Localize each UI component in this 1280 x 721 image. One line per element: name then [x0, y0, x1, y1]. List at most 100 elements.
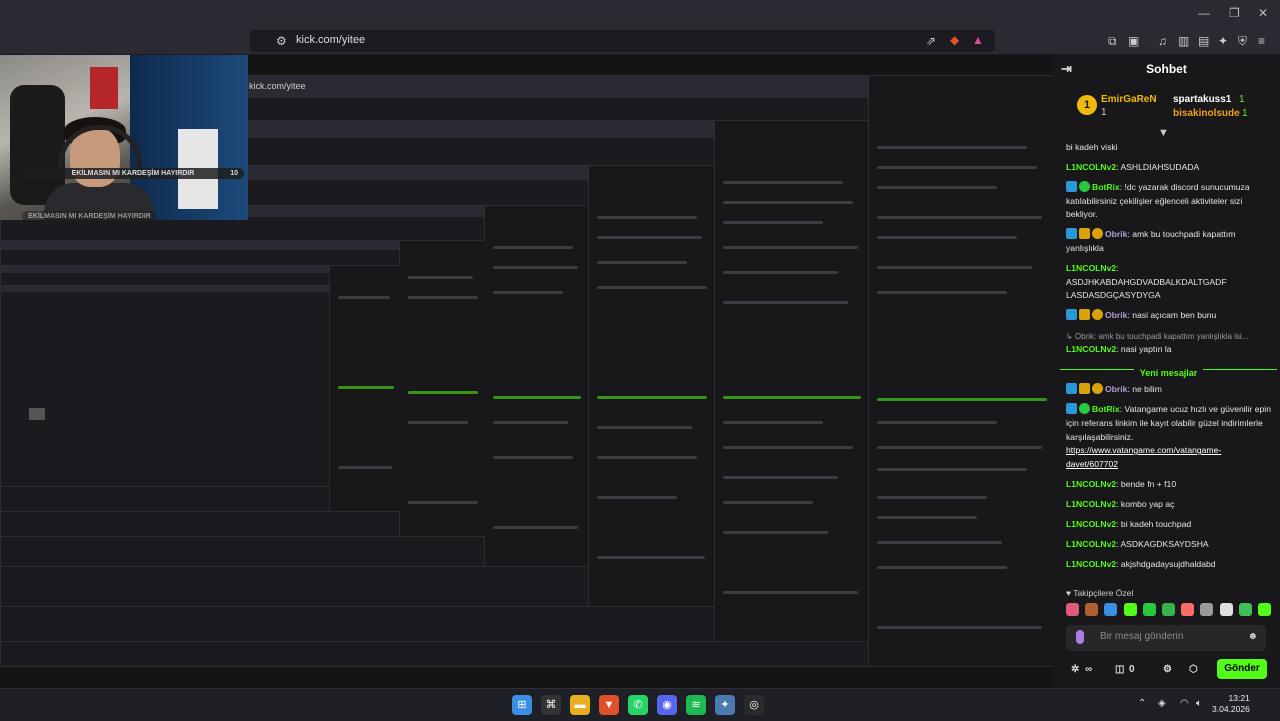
chat-username[interactable]: L1NCOLNv2 [1066, 479, 1116, 489]
sidebar-icon[interactable]: ▥ [1178, 34, 1189, 48]
extensions-icon[interactable]: ⧉ [1108, 34, 1117, 49]
blue-badge-icon [1066, 403, 1077, 415]
emote-icon[interactable] [1066, 603, 1079, 616]
new-messages-divider: Yeni mesajlar [1060, 363, 1277, 379]
settings-icon[interactable]: ⚙ [1163, 664, 1172, 675]
chat-username[interactable]: L1NCOLNv2 [1066, 344, 1116, 354]
address-bar[interactable]: ⚙ kick.com/yitee ⇗ ◆ ▲ [250, 30, 995, 52]
rank-badge: 1 [1077, 95, 1097, 115]
close-icon[interactable]: ✕ [1258, 6, 1268, 20]
emote-icon[interactable] [1257, 603, 1271, 616]
clock-date: 3.04.2026 [1212, 704, 1250, 714]
emote-icon[interactable] [1104, 603, 1118, 616]
points-count: ∞ [1085, 664, 1093, 675]
gift-count: 0 [1129, 664, 1135, 675]
divider-label: Yeni mesajlar [1133, 368, 1204, 379]
chevron-down-icon[interactable]: ▼ [1158, 127, 1169, 139]
chat-username[interactable]: Obrik [1105, 229, 1127, 239]
maximize-icon[interactable]: ❐ [1229, 6, 1240, 20]
spotify-icon[interactable]: ≋ [686, 695, 706, 715]
chat-username[interactable]: L1NCOLNv2 [1066, 499, 1116, 509]
chat-username[interactable]: L1NCOLNv2 [1066, 162, 1116, 172]
chat-input-placeholder: Bir mesaj gönderin [1100, 631, 1184, 642]
browser-titlebar: — ❐ ✕ [0, 0, 1280, 28]
emote-icon[interactable] [1238, 603, 1252, 616]
followers-only-label: ♥ Takipçilere Özel [1066, 588, 1134, 598]
gifter-count: 1 [1101, 107, 1107, 118]
chat-message-text: akjshdgadaysujdhaldabd [1120, 559, 1216, 570]
chat-link[interactable]: https://www.vatangame.com/vatangame-dave… [1066, 445, 1221, 469]
chat-message-text: ASHLDIAHSUDADA [1120, 162, 1200, 173]
gifter-name[interactable]: bisakinolsude [1173, 108, 1240, 119]
terminal-icon[interactable]: ⌘ [541, 695, 561, 715]
gift-icon[interactable]: ◫ [1115, 664, 1124, 675]
chat-title: Sohbet [1146, 62, 1187, 76]
media-icon[interactable]: ♫ [1158, 34, 1167, 48]
emote-icon[interactable] [1181, 603, 1195, 616]
emote-icon[interactable] [1142, 603, 1156, 616]
followers-label-text: Takipçilere Özel [1073, 588, 1134, 598]
wallet-icon[interactable]: ▤ [1198, 34, 1209, 48]
chat-username[interactable]: BotRix [1092, 182, 1120, 192]
emote-icon[interactable] [1161, 603, 1175, 616]
share-icon[interactable]: ⇗ [926, 34, 936, 48]
screenshot-icon[interactable]: ▣ [1128, 34, 1139, 48]
obs-icon[interactable]: ◎ [744, 695, 764, 715]
gold-badge-icon [1079, 309, 1090, 321]
emote-icon[interactable] [1200, 603, 1214, 616]
chat-message: Obrik: ne bilim [1066, 383, 1271, 397]
tray-app-icon[interactable]: ◈ [1158, 698, 1166, 709]
chat-message: L1NCOLNv2: ASDKAGDKSAYDSHA [1066, 539, 1209, 550]
clock[interactable]: 13:21 3.04.2026 [1212, 693, 1250, 715]
gifter-name[interactable]: spartakuss1 [1173, 94, 1231, 105]
emote-icon[interactable] [1219, 603, 1233, 616]
stream-player[interactable]: kick.com/yitee EKİLMASIN MI KARDEŞİM HAY… [0, 55, 1053, 688]
chat-message-text: ne bilim [1132, 384, 1162, 395]
url-text: kick.com/yitee [296, 34, 366, 46]
chat-footer: ✲ ∞ ◫ 0 ⚙ ⬡ Gönder [1053, 657, 1280, 683]
chat-message-text: ASDKAGDKSAYDSHA [1120, 539, 1209, 550]
minimize-icon[interactable]: — [1198, 6, 1210, 20]
chat-username[interactable]: L1NCOLNv2 [1066, 559, 1116, 569]
volume-icon[interactable]: 🔈︎ [1196, 698, 1202, 709]
emoji-icon[interactable]: ☻ [1247, 631, 1258, 642]
file-explorer-icon[interactable]: ▬ [570, 695, 590, 715]
chat-messages: bi kadeh viski L1NCOLNv2: ASHLDIAHSUDADA B… [1060, 141, 1277, 578]
tray-chevron-icon[interactable]: ⌃ [1138, 698, 1146, 709]
stream-alert-echo: EKİLMASIN MI KARDEŞİM HAYIRDIR [22, 211, 157, 222]
chat-username[interactable]: BotRix [1092, 404, 1120, 414]
alert-text: EKİLMASIN MI KARDEŞİM HAYIRDIR [28, 213, 151, 220]
collapse-chat-icon[interactable]: ⇥ [1061, 55, 1072, 83]
chat-message-text: bende fn + f10 [1120, 478, 1177, 489]
mic-icon[interactable] [1076, 630, 1084, 644]
wifi-icon[interactable]: ◠ [1180, 698, 1189, 709]
chat-message: L1NCOLNv2: ASHLDIAHSUDADA [1066, 162, 1200, 173]
chat-tools-icon[interactable]: ⬡ [1189, 664, 1198, 675]
browser-toolbar: ☐ ⚙ kick.com/yitee ⇗ ◆ ▲ ⧉ ▣ ♫ ▥ ▤ ✦ ⛨ ≡ [0, 28, 1280, 55]
brave-shields-icon[interactable]: ◆ [950, 33, 959, 47]
send-button[interactable]: Gönder [1217, 659, 1267, 679]
coin-badge-icon [1092, 383, 1103, 395]
rewards-icon[interactable]: ▲ [972, 33, 984, 47]
gifter-name[interactable]: EmirGaReN [1101, 94, 1157, 105]
leo-icon[interactable]: ✦ [1218, 34, 1228, 48]
chat-username[interactable]: L1NCOLNv2 [1066, 263, 1116, 273]
green-badge-icon [1079, 181, 1090, 193]
menu-icon[interactable]: ≡ [1258, 34, 1265, 48]
chat-username[interactable]: Obrik [1105, 310, 1127, 320]
chat-username[interactable]: L1NCOLNv2 [1066, 519, 1116, 529]
whatsapp-icon[interactable]: ✆ [628, 695, 648, 715]
chat-username[interactable]: L1NCOLNv2 [1066, 539, 1116, 549]
vpn-icon[interactable]: ⛨ [1238, 34, 1247, 49]
site-settings-icon[interactable]: ⚙ [276, 34, 287, 48]
emote-icon[interactable] [1123, 603, 1137, 616]
chat-username[interactable]: Obrik [1105, 384, 1127, 394]
discord-icon[interactable]: ◉ [657, 695, 677, 715]
chat-input[interactable]: Bir mesaj gönderin ☻ [1066, 625, 1266, 651]
points-icon[interactable]: ✲ [1071, 664, 1079, 675]
windows-start-icon[interactable]: ⊞ [512, 695, 532, 715]
reply-preview[interactable]: ↳ Obrik: amk bu touchpadi kapattım yanlı… [1066, 330, 1271, 344]
brave-icon[interactable]: ▼ [599, 695, 619, 715]
emote-icon[interactable] [1085, 603, 1099, 616]
app-icon[interactable]: ✦ [715, 695, 735, 715]
